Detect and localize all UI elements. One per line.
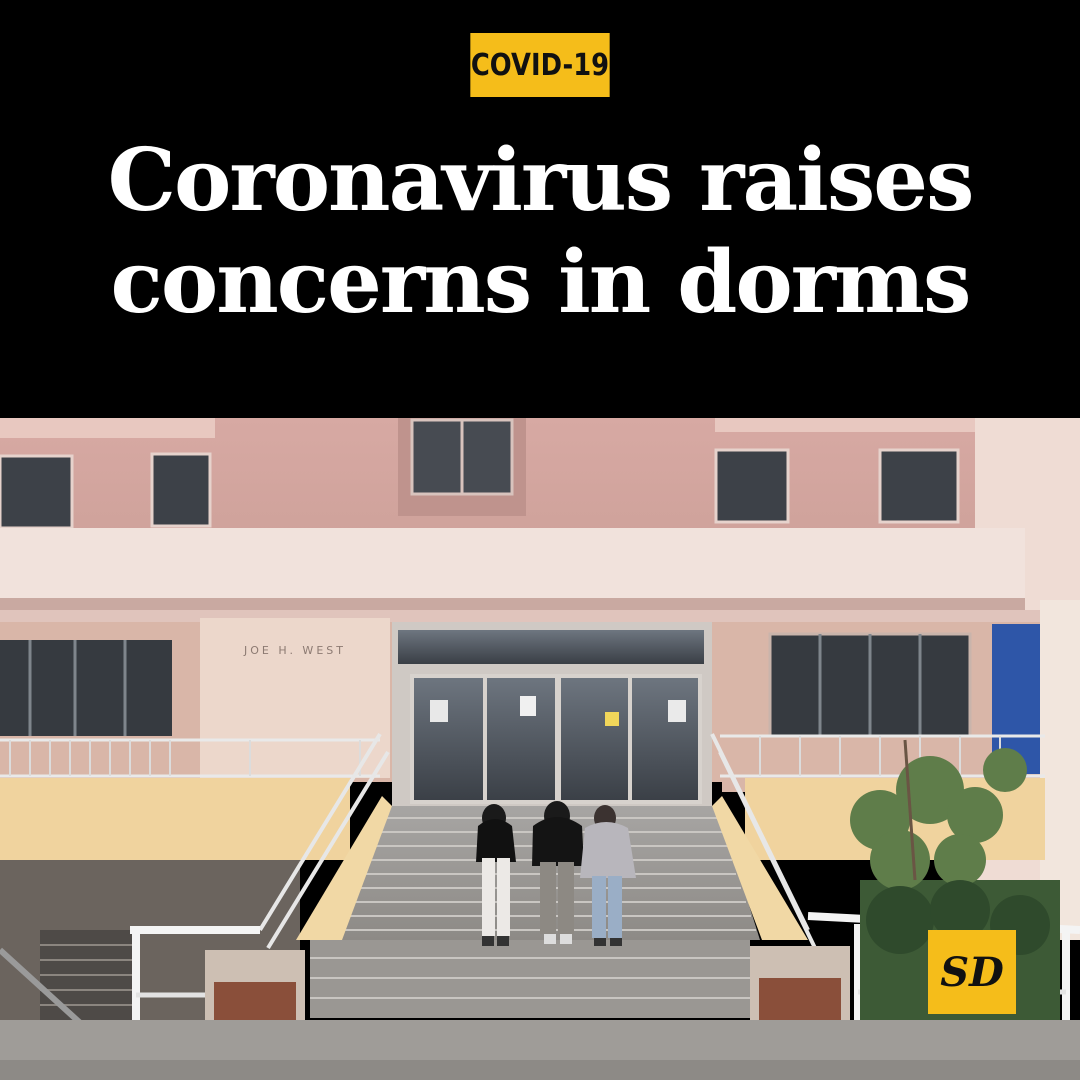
- dorm-entrance-photo: JOE H. WEST: [0, 418, 1080, 1080]
- header-panel: COVID-19 Coronavirus raises concerns in …: [0, 0, 1080, 418]
- headline-line-2: concerns in dorms: [110, 232, 972, 333]
- student-figures: [476, 801, 636, 946]
- category-tag: COVID-19: [470, 33, 610, 97]
- headline-line-1: Coronavirus raises: [107, 130, 975, 231]
- headline: Coronavirus raises concerns in dorms: [0, 130, 1080, 334]
- social-card: COVID-19 Coronavirus raises concerns in …: [0, 0, 1080, 1080]
- building-sign: JOE H. WEST: [243, 644, 346, 657]
- publication-logo: SD: [928, 930, 1016, 1014]
